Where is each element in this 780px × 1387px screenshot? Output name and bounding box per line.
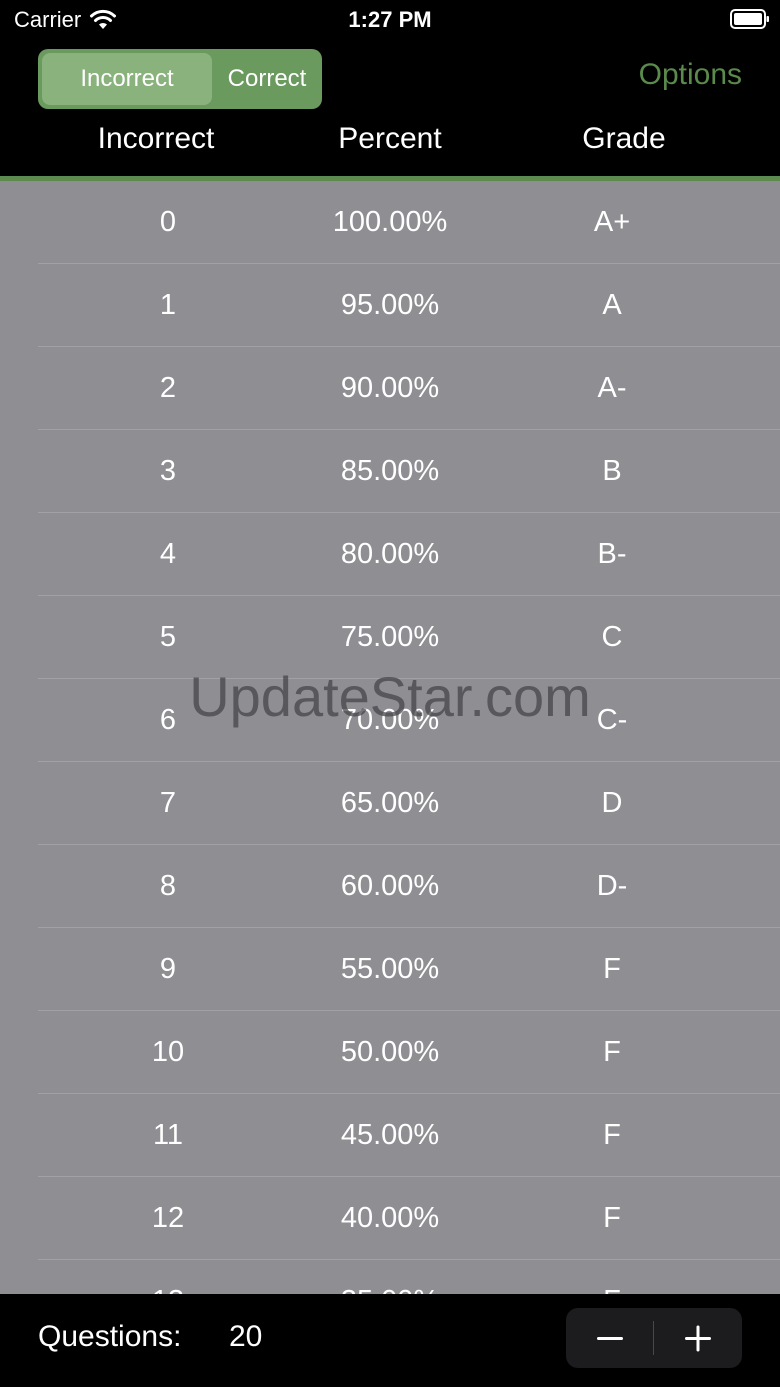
- table-row[interactable]: 12 40.00% F: [38, 1177, 780, 1260]
- grade-cell: A-: [597, 372, 627, 404]
- bottom-toolbar: Questions: 20: [0, 1294, 780, 1387]
- percent-cell: 80.00%: [340, 538, 440, 570]
- segment-correct[interactable]: Correct: [216, 53, 318, 105]
- percent-cell: 90.00%: [340, 372, 440, 404]
- grade-cell: A: [602, 289, 622, 321]
- table-row[interactable]: 7 65.00% D: [38, 762, 780, 845]
- incorrect-cell: 5: [159, 621, 177, 653]
- incorrect-cell: 12: [151, 1202, 185, 1234]
- table-row[interactable]: 1 95.00% A: [38, 264, 780, 347]
- mode-segmented-control: Incorrect Correct: [38, 49, 322, 109]
- table-row[interactable]: 0 100.00% A+: [38, 181, 780, 264]
- percent-cell: 55.00%: [340, 953, 440, 985]
- grade-cell: F: [603, 1202, 621, 1234]
- table-row[interactable]: 11 45.00% F: [38, 1094, 780, 1177]
- grade-cell: F: [603, 953, 621, 985]
- table-row[interactable]: 6 70.00% C-: [38, 679, 780, 762]
- grade-cell: F: [512, 1260, 712, 1294]
- status-time: 1:27 PM: [348, 7, 432, 32]
- battery-icon: [730, 9, 769, 29]
- questions-label: Questions:: [38, 1320, 182, 1353]
- decrement-button[interactable]: [566, 1308, 654, 1368]
- grade-table[interactable]: 0 100.00% A+ 1 95.00% A 2 90.00% A- 3 85…: [0, 181, 780, 1294]
- incorrect-cell: 7: [159, 787, 177, 819]
- table-row[interactable]: 13 35.00% F: [38, 1260, 780, 1294]
- increment-button[interactable]: [654, 1308, 742, 1368]
- incorrect-cell: 2: [159, 372, 177, 404]
- incorrect-cell: 9: [159, 953, 177, 985]
- questions-stepper: [566, 1308, 742, 1368]
- incorrect-cell: 0: [159, 206, 177, 238]
- incorrect-cell: 11: [152, 1119, 184, 1151]
- table-row[interactable]: 5 75.00% C: [38, 596, 780, 679]
- incorrect-cell: 10: [151, 1036, 185, 1068]
- table-row[interactable]: 3 85.00% B: [38, 430, 780, 513]
- percent-cell: 85.00%: [340, 455, 440, 487]
- incorrect-cell: 4: [159, 538, 177, 570]
- percent-cell: 75.00%: [340, 621, 440, 653]
- questions-count: 20: [229, 1320, 263, 1353]
- table-row[interactable]: 8 60.00% D-: [38, 845, 780, 928]
- grade-cell: D: [601, 787, 623, 819]
- grade-cell: C: [601, 621, 623, 653]
- column-header-percent: Percent: [338, 122, 442, 155]
- table-row[interactable]: 10 50.00% F: [38, 1011, 780, 1094]
- percent-cell: 70.00%: [340, 704, 440, 736]
- column-header-incorrect: Incorrect: [97, 122, 215, 155]
- status-bar: Carrier 1:27 PM: [0, 0, 780, 40]
- percent-cell: 50.00%: [340, 1036, 440, 1068]
- incorrect-cell: 6: [159, 704, 177, 736]
- plus-icon: [685, 1325, 711, 1352]
- grade-cell: D-: [596, 870, 628, 902]
- percent-cell: 45.00%: [340, 1119, 440, 1151]
- segment-incorrect[interactable]: Incorrect: [42, 53, 212, 105]
- minus-icon: [597, 1337, 623, 1340]
- incorrect-cell: 13: [68, 1260, 268, 1294]
- grade-cell: B-: [597, 538, 627, 570]
- percent-cell: 60.00%: [340, 870, 440, 902]
- grade-cell: F: [603, 1119, 621, 1151]
- grade-cell: B: [602, 455, 622, 487]
- incorrect-cell: 8: [159, 870, 177, 902]
- percent-cell: 35.00%: [290, 1260, 490, 1294]
- table-row[interactable]: 2 90.00% A-: [38, 347, 780, 430]
- table-row[interactable]: 4 80.00% B-: [38, 513, 780, 596]
- column-header-grade: Grade: [582, 122, 666, 155]
- app-screen: Carrier 1:27 PM Incorrect Correct Option…: [0, 0, 780, 1387]
- percent-cell: 100.00%: [332, 206, 448, 238]
- incorrect-cell: 3: [159, 455, 177, 487]
- percent-cell: 95.00%: [340, 289, 440, 321]
- table-row[interactable]: 9 55.00% F: [38, 928, 780, 1011]
- options-button[interactable]: Options: [639, 58, 742, 92]
- column-headers: Incorrect Percent Grade: [0, 118, 780, 162]
- percent-cell: 65.00%: [340, 787, 440, 819]
- grade-cell: A+: [593, 206, 631, 238]
- grade-cell: C-: [596, 704, 628, 736]
- grade-cell: F: [603, 1036, 621, 1068]
- percent-cell: 40.00%: [340, 1202, 440, 1234]
- incorrect-cell: 1: [159, 289, 177, 321]
